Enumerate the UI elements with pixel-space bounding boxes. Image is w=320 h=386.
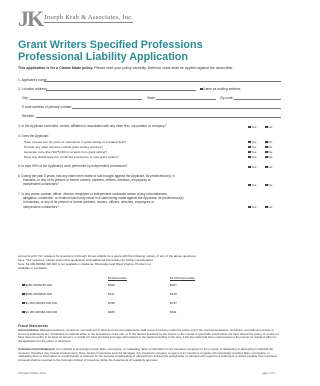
q6-yes[interactable]: Yes xyxy=(248,183,256,187)
jk-logo-mark: JK xyxy=(18,6,44,31)
q4c-yes[interactable]: Yes xyxy=(248,150,256,154)
arizona-notice: Arizona Notice: Misrepresentations, omis… xyxy=(18,328,279,344)
question-4a: Have at least two (2) years of experienc… xyxy=(24,140,126,144)
q5-no[interactable]: No xyxy=(265,165,272,169)
premium-1000-deductible: $757 xyxy=(170,301,177,305)
limit-option-row[interactable]: $1,000,000/$2,000,000 xyxy=(22,310,57,314)
limit-option-row[interactable]: $500,000/$500,000 xyxy=(22,292,52,296)
location-address-input[interactable] xyxy=(46,90,196,91)
application-page: JK Joseph Krab & Associates, Inc. Grant … xyxy=(0,0,298,386)
deductible-col-1000: $1,000 Deductible xyxy=(170,276,195,280)
page-number: page 1 of 3 xyxy=(262,372,275,375)
eligibility-notice: Accounts with "No" answers for questions… xyxy=(18,254,196,270)
q5-yes[interactable]: Yes xyxy=(248,165,256,169)
q3-no[interactable]: No xyxy=(265,125,272,129)
premium-0-deductible: $447 xyxy=(108,292,115,296)
premium-0-deductible: $788 xyxy=(108,301,115,305)
city-label: City: xyxy=(22,96,29,100)
q4d-no[interactable]: No xyxy=(265,155,272,159)
zip-label: Zip code: xyxy=(220,96,234,100)
premium-1000-deductible: $416 xyxy=(170,292,177,296)
limit-option-row[interactable]: $1,000,000/$1,000,000 xyxy=(22,301,57,305)
premium-1000-deductible: $911 xyxy=(170,310,177,314)
q4b-no[interactable]: No xyxy=(265,145,272,149)
q7-yes[interactable]: Yes xyxy=(248,205,256,209)
q4a-no[interactable]: No xyxy=(265,140,272,144)
question-7: 7. Is any owner, partner, officer, direc… xyxy=(18,192,184,209)
zip-input[interactable] xyxy=(234,99,281,100)
q4d-yes[interactable]: Yes xyxy=(248,155,256,159)
q3-yes[interactable]: Yes xyxy=(248,125,256,129)
colorado-fraud-statement: Colorado Fraud Statement: It is unlawful… xyxy=(18,347,278,363)
applicant-name-input[interactable] xyxy=(44,81,281,82)
city-input[interactable] xyxy=(30,99,142,100)
q7-no[interactable]: No xyxy=(265,205,272,209)
state-label: State: xyxy=(147,96,156,100)
q4c-no[interactable]: No xyxy=(265,150,272,154)
email-input[interactable] xyxy=(72,108,281,109)
question-6: 6. During the past 5 years, has any clai… xyxy=(18,174,175,187)
premium-0-deductible: $985 xyxy=(108,310,115,314)
company-name: Joseph Krab & Associates, Inc. xyxy=(44,14,134,23)
location-address-label: 2. Location address: xyxy=(18,87,48,91)
limit-option-row[interactable]: $250,000/$250,000 xyxy=(22,283,52,287)
company-logo: JK Joseph Krab & Associates, Inc. xyxy=(18,6,134,31)
q4b-yes[interactable]: Yes xyxy=(248,145,256,149)
q6-no[interactable]: No xyxy=(265,183,272,187)
form-code: GW Agent Written 11/14 xyxy=(18,372,46,375)
question-4c: Generate more than $175,000 in receipts … xyxy=(24,150,107,154)
question-4d: Have any disinterested or conflicted emp… xyxy=(24,155,119,159)
premium-0-deductible: $320 xyxy=(108,283,115,287)
applicant-name-label: 1. Applicant's name: xyxy=(18,78,48,82)
website-label: Website: xyxy=(22,114,35,118)
email-label: E-mail address of primary contact: xyxy=(22,105,73,109)
question-4b: Provide any other services outside grant… xyxy=(24,145,103,149)
q4a-yes[interactable]: Yes xyxy=(248,140,256,144)
question-4: 4. Does the Applicant: xyxy=(18,134,50,138)
intro-text: This application is for a Claims Made po… xyxy=(18,66,234,70)
premium-1000-deductible: $287 xyxy=(170,283,177,287)
question-3: 3. Is the Applicant controlled, owned, a… xyxy=(18,124,167,128)
question-5: 5. Is over 50% of the Applicant's work p… xyxy=(18,164,128,168)
website-input[interactable] xyxy=(36,117,281,118)
deductible-col-0: $0 Deductible xyxy=(108,276,127,280)
page-title: Grant Writers Specified Professions Prof… xyxy=(18,39,203,63)
same-as-mailing-option[interactable]: Same as mailing address xyxy=(200,87,240,91)
state-input[interactable] xyxy=(156,99,216,100)
